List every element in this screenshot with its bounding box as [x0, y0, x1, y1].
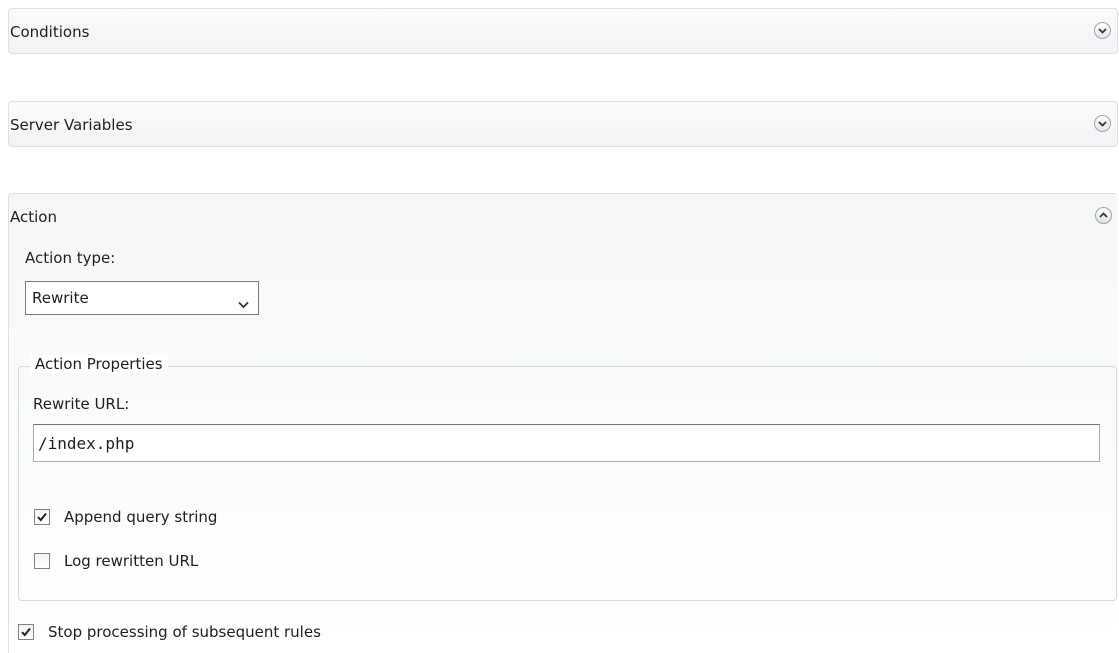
rewrite-url-label: Rewrite URL: [33, 395, 130, 413]
action-type-label: Action type: [25, 249, 116, 267]
conditions-section-header[interactable]: Conditions [8, 8, 1118, 54]
action-title: Action [10, 208, 57, 226]
chevron-down-icon[interactable] [1094, 22, 1111, 39]
append-query-string-checkbox[interactable] [34, 509, 50, 525]
stop-processing-checkbox[interactable] [18, 624, 34, 640]
conditions-title: Conditions [10, 23, 90, 41]
action-type-value: Rewrite [32, 289, 89, 307]
chevron-up-icon[interactable] [1095, 207, 1112, 224]
chevron-down-icon [238, 295, 249, 313]
server-variables-section-header[interactable]: Server Variables [8, 101, 1118, 147]
log-rewritten-url-checkbox[interactable] [34, 553, 50, 569]
server-variables-title: Server Variables [10, 116, 133, 134]
log-rewritten-url-label[interactable]: Log rewritten URL [64, 552, 198, 570]
action-properties-legend: Action Properties [30, 355, 168, 373]
rewrite-url-input[interactable]: /index.php [33, 424, 1100, 462]
action-type-select[interactable]: Rewrite [25, 281, 259, 315]
append-query-string-label[interactable]: Append query string [64, 508, 217, 526]
rewrite-url-value: /index.php [38, 434, 135, 453]
stop-processing-label[interactable]: Stop processing of subsequent rules [48, 623, 321, 641]
chevron-down-icon[interactable] [1094, 115, 1111, 132]
